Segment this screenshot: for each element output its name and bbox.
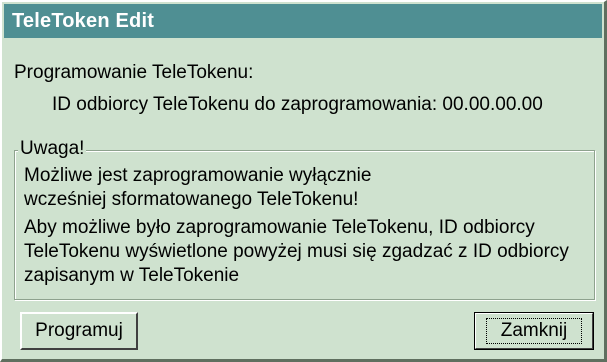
recipient-id-line: ID odbiorcy TeleTokenu do zaprogramowani… (52, 94, 543, 115)
section-label: Programowanie TeleTokenu: (14, 62, 254, 83)
close-button[interactable]: Zamknij (474, 312, 594, 350)
close-button-label: Zamknij (485, 318, 583, 344)
program-button[interactable]: Programuj (20, 312, 138, 350)
warning-paragraph-1: Możliwe jest zaprogramowanie wyłącznie w… (24, 165, 372, 210)
warning-paragraph-2: Aby możliwe było zaprogramowanie TeleTok… (24, 217, 569, 286)
title-bar[interactable]: TeleToken Edit (4, 4, 602, 38)
warning-legend: Uwaga! (18, 138, 87, 160)
